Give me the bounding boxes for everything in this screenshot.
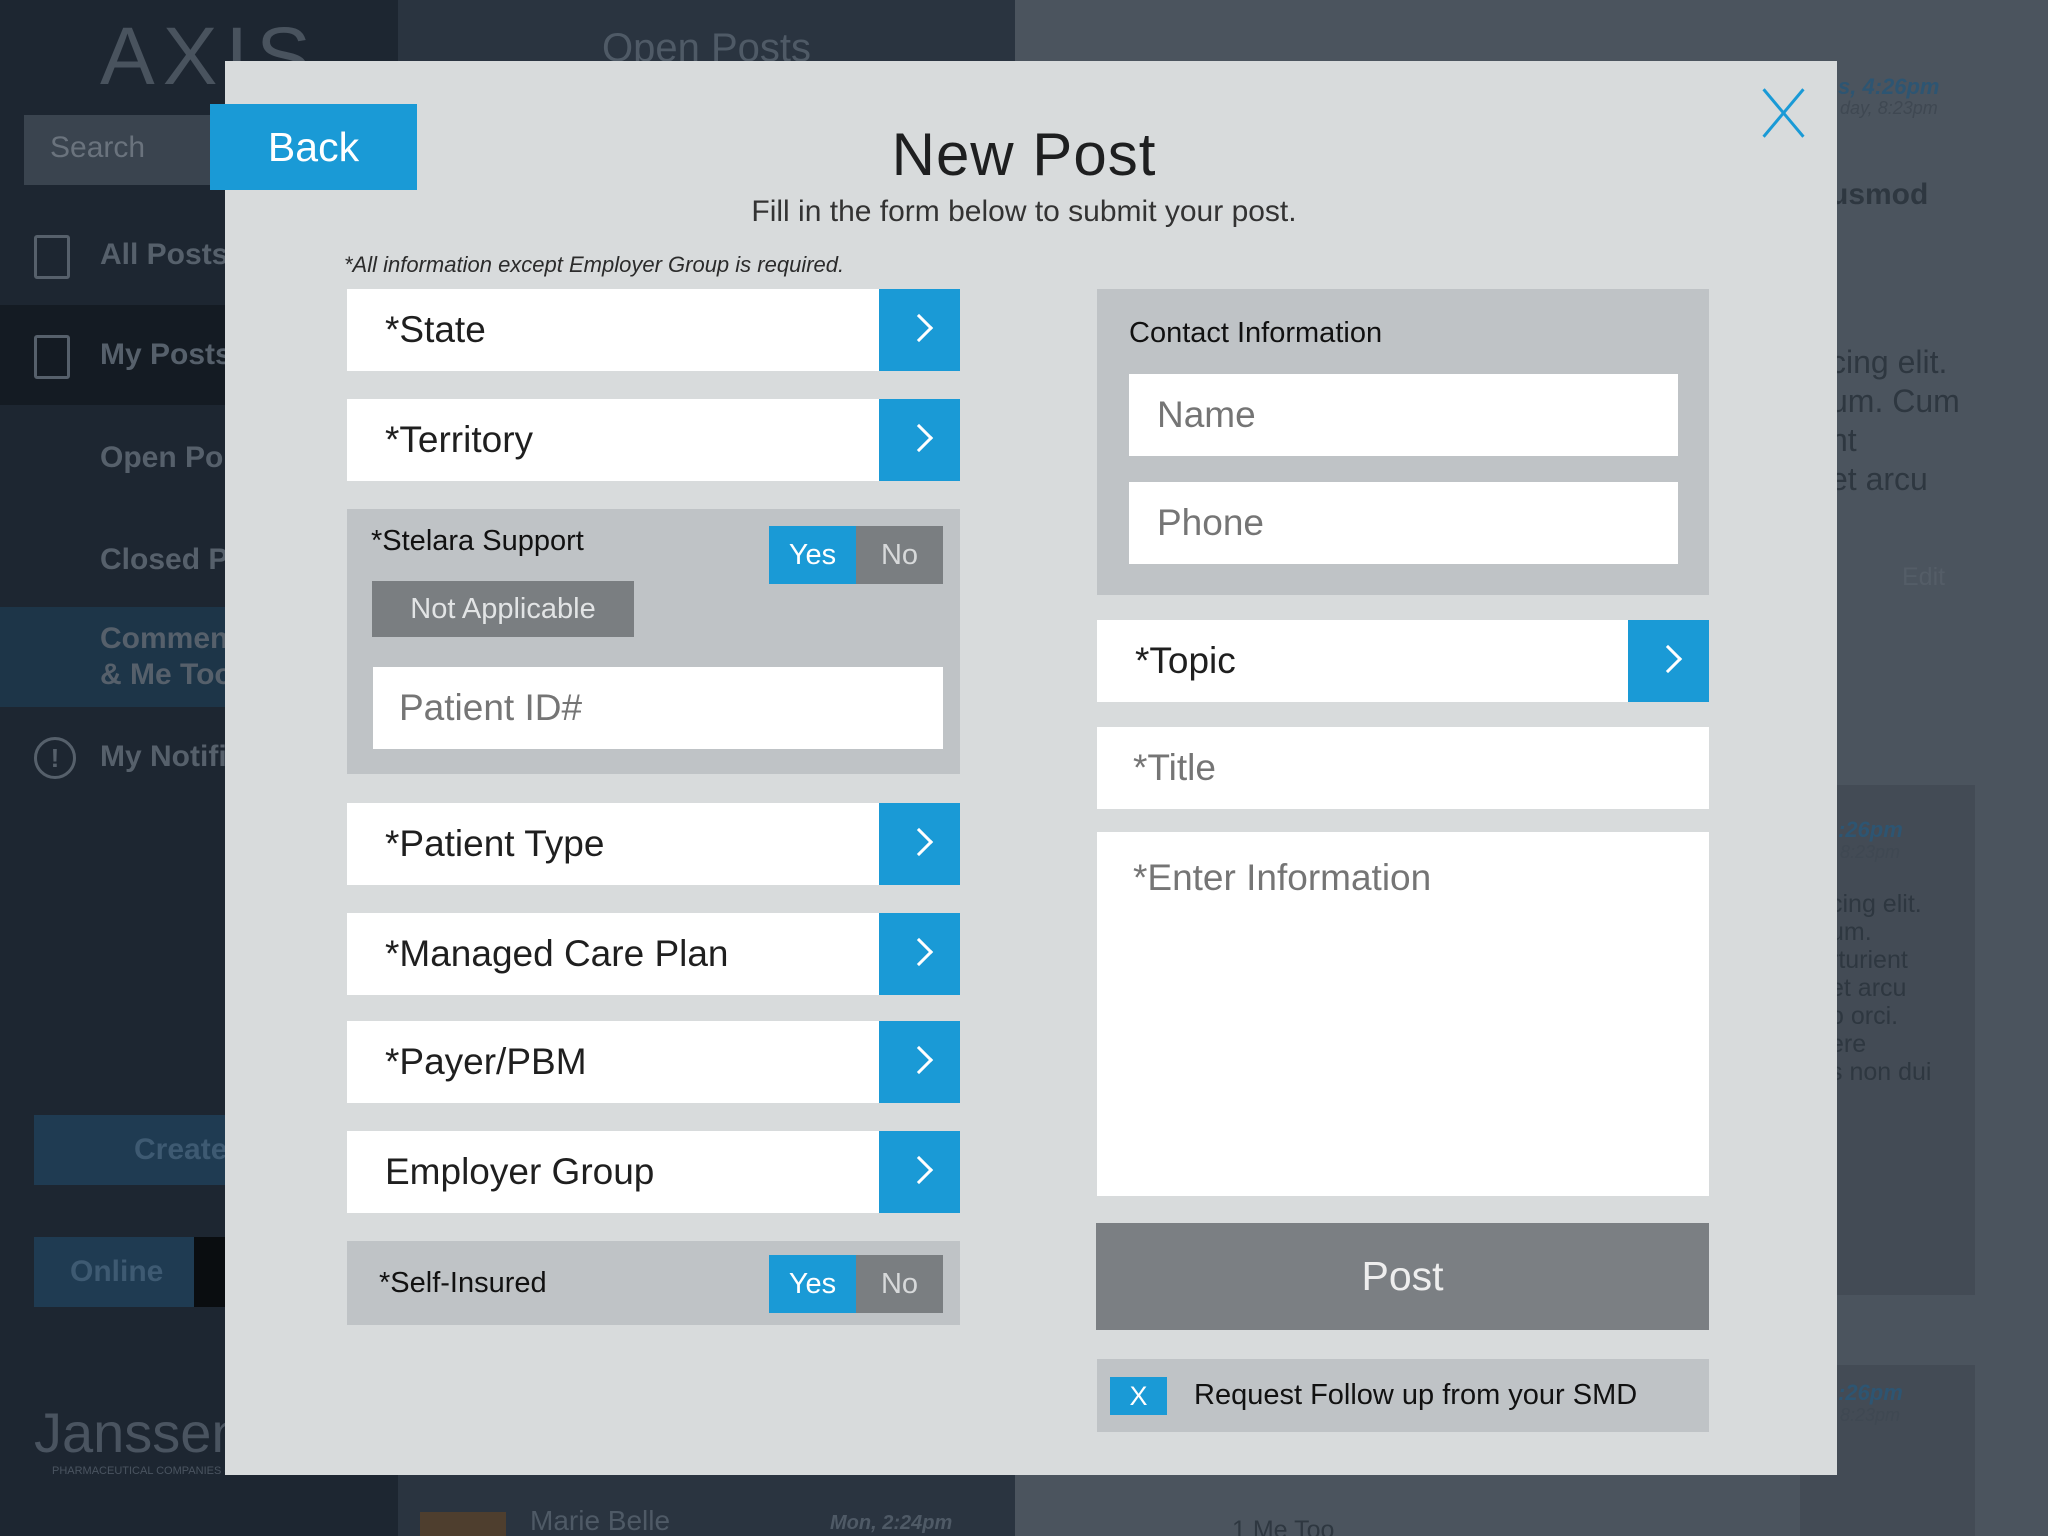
stelara-support-label: *Stelara Support [371, 525, 584, 557]
comment-timestamp-sub: 8:23pm [1840, 842, 1901, 862]
comment-line: cing elit. [1830, 890, 1922, 918]
comment-line: o orci. [1830, 1002, 1899, 1030]
follow-up-row: X Request Follow up from your SMD [1097, 1359, 1709, 1432]
follow-up-checkbox[interactable]: X [1110, 1377, 1167, 1415]
payer-pbm-selector[interactable]: *Payer/PBM [347, 1021, 960, 1103]
stelara-support-toggle[interactable]: Yes No [769, 526, 943, 584]
brand-logo: Janssen [34, 1401, 243, 1464]
follow-up-label: Request Follow up from your SMD [1194, 1379, 1638, 1411]
document-icon [34, 335, 70, 379]
online-toggle[interactable]: Online [34, 1237, 194, 1307]
topic-selector[interactable]: *Topic [1097, 620, 1709, 702]
chevron-right-icon[interactable] [879, 1131, 960, 1213]
managed-care-plan-label: *Managed Care Plan [385, 933, 729, 974]
required-note: *All information except Employer Group i… [344, 252, 845, 277]
sidebar-item-label: My Posts [100, 338, 232, 371]
comment-timestamp: :26pm [1838, 1380, 1903, 1405]
chevron-right-icon[interactable] [879, 289, 960, 371]
post-timestamp: Mon, 2:24pm [830, 1512, 953, 1534]
not-applicable-button[interactable]: Not Applicable [372, 581, 634, 637]
alert-icon: ! [34, 737, 76, 779]
contact-information-title: Contact Information [1129, 317, 1383, 349]
managed-care-plan-selector[interactable]: *Managed Care Plan [347, 913, 960, 995]
patient-type-label: *Patient Type [385, 823, 605, 864]
documents-icon [34, 235, 70, 279]
name-input[interactable] [1129, 374, 1678, 456]
post-body-line: cing elit. [1830, 344, 1948, 380]
chevron-right-icon[interactable] [1628, 620, 1709, 702]
territory-selector[interactable]: *Territory [347, 399, 960, 481]
stelara-yes-option[interactable]: Yes [769, 526, 856, 584]
self-insured-label: *Self-Insured [379, 1267, 547, 1299]
post-timestamp-sub: day, 8:23pm [1840, 98, 1938, 118]
patient-id-input[interactable] [373, 667, 943, 749]
edit-link[interactable]: Edit [1902, 563, 1945, 591]
me-too-count: 1 Me Too [1232, 1516, 1335, 1536]
stelara-no-option[interactable]: No [856, 526, 943, 584]
self-insured-no-option[interactable]: No [856, 1255, 943, 1313]
state-selector[interactable]: *State [347, 289, 960, 371]
sidebar-item-label: My Notifi [100, 740, 227, 773]
modal-subtitle: Fill in the form below to submit your po… [751, 195, 1297, 228]
topic-label: *Topic [1135, 640, 1236, 681]
post-button[interactable]: Post [1096, 1223, 1709, 1330]
chevron-right-icon[interactable] [879, 913, 960, 995]
phone-input[interactable] [1129, 482, 1678, 564]
comment-timestamp-sub: 8:23pm [1840, 1405, 1901, 1425]
post-timestamp: s, 4:26pm [1838, 74, 1940, 99]
post-body-line: et arcu [1830, 461, 1928, 497]
patient-type-selector[interactable]: *Patient Type [347, 803, 960, 885]
self-insured-yes-option[interactable]: Yes [769, 1255, 856, 1313]
sidebar-item-label: Open Po [100, 441, 224, 474]
title-input[interactable] [1097, 727, 1709, 809]
post-author: Marie Belle [530, 1505, 671, 1536]
self-insured-panel: *Self-Insured Yes No [347, 1241, 960, 1325]
stelara-support-panel: *Stelara Support Yes No Not Applicable [347, 509, 960, 774]
modal-title: New Post [891, 121, 1157, 188]
comment-line: s non dui [1830, 1058, 1932, 1086]
payer-pbm-label: *Payer/PBM [385, 1041, 587, 1082]
chevron-right-icon[interactable] [879, 803, 960, 885]
chevron-right-icon[interactable] [879, 399, 960, 481]
sidebar-item-label: & Me Too [100, 658, 233, 691]
comment-line: et arcu [1830, 974, 1907, 1002]
chevron-right-icon[interactable] [879, 1021, 960, 1103]
contact-information-panel: Contact Information [1097, 289, 1709, 595]
comment-timestamp: :26pm [1838, 817, 1903, 842]
avatar [420, 1512, 506, 1536]
sidebar-item-label: Closed P [100, 543, 229, 576]
self-insured-toggle[interactable]: Yes No [769, 1255, 943, 1313]
sidebar-item-label: All Posts [100, 238, 229, 271]
post-body-line: um. Cum [1830, 383, 1960, 419]
sidebar-item-label: Commen [100, 622, 229, 655]
information-textarea[interactable] [1097, 832, 1709, 1196]
comment-line: rturient [1830, 946, 1908, 974]
employer-group-selector[interactable]: Employer Group [347, 1131, 960, 1213]
employer-group-label: Employer Group [385, 1151, 655, 1192]
state-label: *State [385, 309, 486, 350]
territory-label: *Territory [385, 419, 534, 460]
